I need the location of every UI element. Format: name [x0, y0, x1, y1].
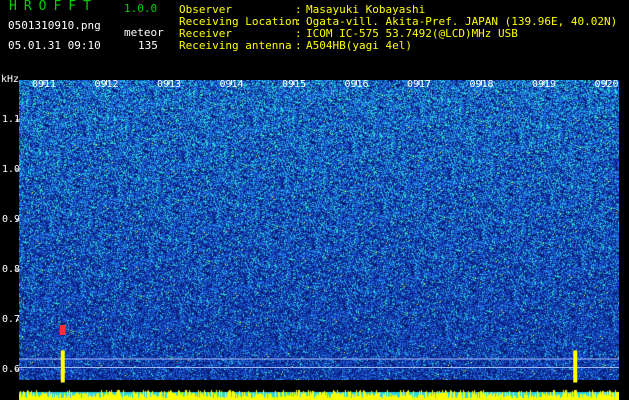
app-version: 1.0.0	[124, 2, 158, 15]
y-tick-label: 0.7	[2, 314, 21, 325]
y-tick-label: 1.0	[2, 164, 21, 175]
x-tick-label: 0913	[157, 79, 182, 90]
spectrogram-canvas	[19, 80, 619, 380]
x-tick-label: 0911	[32, 79, 57, 90]
x-tick-label: 0917	[407, 79, 432, 90]
signal-strength-strip	[19, 380, 619, 400]
y-tick-label: 0.6	[2, 364, 21, 375]
file-name: 0501310910.png	[8, 19, 101, 32]
y-axis-unit: kHz	[1, 74, 20, 85]
timestamp: 05.01.31 09:10	[8, 39, 101, 52]
x-tick-label: 0912	[94, 79, 119, 90]
antenna-value: A504HB(yagi 4el)	[306, 39, 412, 52]
app-title: HROFFT	[9, 0, 98, 14]
meteor-count: 135	[138, 39, 158, 52]
x-tick-label: 0919	[532, 79, 557, 90]
x-tick-label: 0915	[282, 79, 307, 90]
antenna-label: Receiving antenna	[179, 39, 292, 52]
y-tick-label: 0.9	[2, 214, 21, 225]
y-tick-label: 1.1	[2, 114, 21, 125]
x-tick-label: 0920	[594, 79, 619, 90]
x-tick-label: 0914	[219, 79, 244, 90]
antenna-colon: :	[295, 39, 302, 52]
mode-label: meteor	[124, 26, 164, 39]
y-tick-label: 0.8	[2, 264, 21, 275]
x-tick-label: 0916	[344, 79, 369, 90]
x-tick-label: 0918	[469, 79, 494, 90]
